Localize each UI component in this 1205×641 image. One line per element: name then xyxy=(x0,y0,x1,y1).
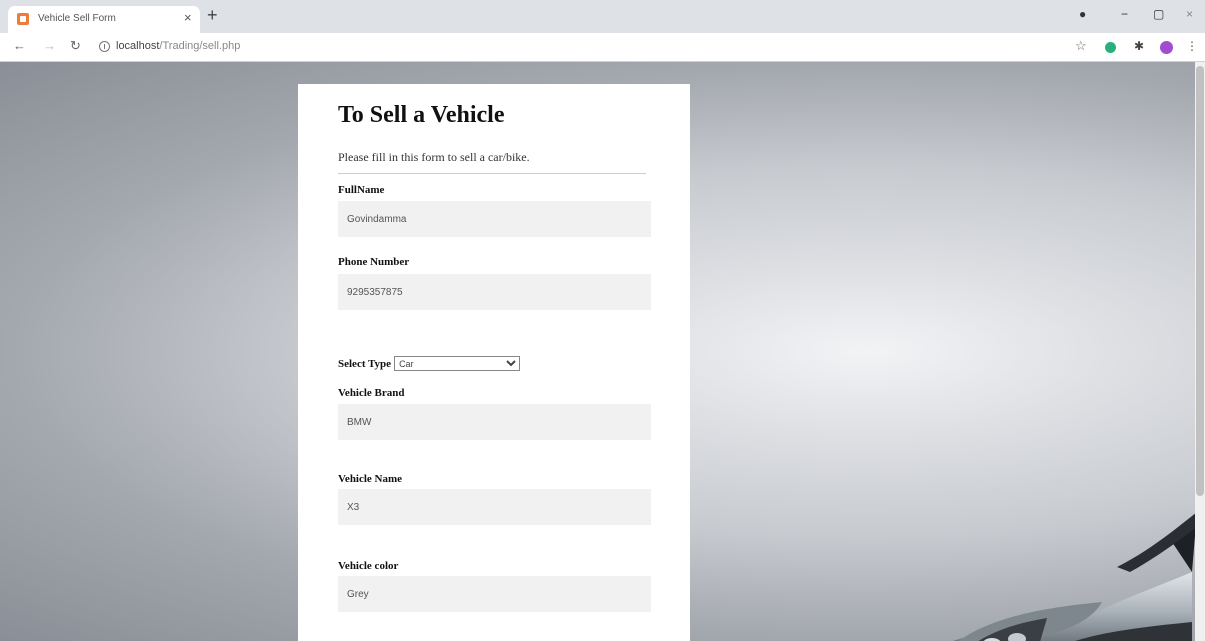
vehicle-type-select[interactable]: Car xyxy=(394,356,521,371)
site-info-icon[interactable] xyxy=(99,41,110,52)
new-tab-icon[interactable]: + xyxy=(207,5,218,25)
browser-tab[interactable]: Vehicle Sell Form × xyxy=(8,6,200,33)
vehicle-color-input[interactable] xyxy=(338,576,651,612)
browser-toolbar: ← → ↻ localhost/Trading/sell.php ☆ ✱ ⋮ xyxy=(0,33,1205,62)
select-type-row: Select Type Car xyxy=(338,356,521,371)
forward-icon[interactable]: → xyxy=(43,38,56,54)
sell-vehicle-form: To Sell a Vehicle Please fill in this fo… xyxy=(298,84,690,641)
profile-avatar-icon[interactable] xyxy=(1160,41,1173,54)
maximize-icon[interactable]: ▢ xyxy=(1153,6,1164,22)
page-viewport: To Sell a Vehicle Please fill in this fo… xyxy=(0,62,1205,641)
form-subtitle: Please fill in this form to sell a car/b… xyxy=(338,150,530,164)
vehicle-color-label: Vehicle color xyxy=(338,560,399,572)
extension-icon[interactable] xyxy=(1105,42,1116,53)
menu-kebab-icon[interactable]: ⋮ xyxy=(1186,39,1198,53)
record-icon[interactable]: ● xyxy=(1079,6,1086,22)
scrollbar-thumb[interactable] xyxy=(1196,66,1204,496)
select-type-label: Select Type xyxy=(338,357,392,370)
bookmark-star-icon[interactable]: ☆ xyxy=(1075,38,1087,54)
page-scrollbar[interactable] xyxy=(1195,62,1205,641)
minimize-icon[interactable]: − xyxy=(1121,6,1128,22)
form-title: To Sell a Vehicle xyxy=(338,102,505,128)
fullname-label: FullName xyxy=(338,184,385,196)
form-divider xyxy=(338,173,646,174)
back-icon[interactable]: ← xyxy=(13,38,26,54)
url-host: localhost xyxy=(116,40,160,52)
tab-strip: Vehicle Sell Form × + ● − ▢ × xyxy=(0,0,1205,33)
vehicle-brand-input[interactable] xyxy=(338,404,651,440)
vehicle-name-label: Vehicle Name xyxy=(338,473,403,485)
fullname-input[interactable] xyxy=(338,201,651,237)
url-path: /Trading/sell.php xyxy=(159,40,241,52)
reload-icon[interactable]: ↻ xyxy=(70,38,81,54)
close-window-icon[interactable]: × xyxy=(1186,6,1193,22)
car-background-image xyxy=(952,512,1197,641)
page-favicon-icon xyxy=(17,13,29,25)
vehicle-brand-label: Vehicle Brand xyxy=(338,387,405,399)
vehicle-name-input[interactable] xyxy=(338,489,651,525)
close-tab-icon[interactable]: × xyxy=(184,10,192,26)
extensions-puzzle-icon[interactable]: ✱ xyxy=(1134,39,1144,53)
address-bar[interactable]: localhost/Trading/sell.php xyxy=(116,40,240,52)
tab-title: Vehicle Sell Form xyxy=(38,13,116,24)
phone-number-input[interactable] xyxy=(338,274,651,310)
phone-number-label: Phone Number xyxy=(338,256,410,268)
